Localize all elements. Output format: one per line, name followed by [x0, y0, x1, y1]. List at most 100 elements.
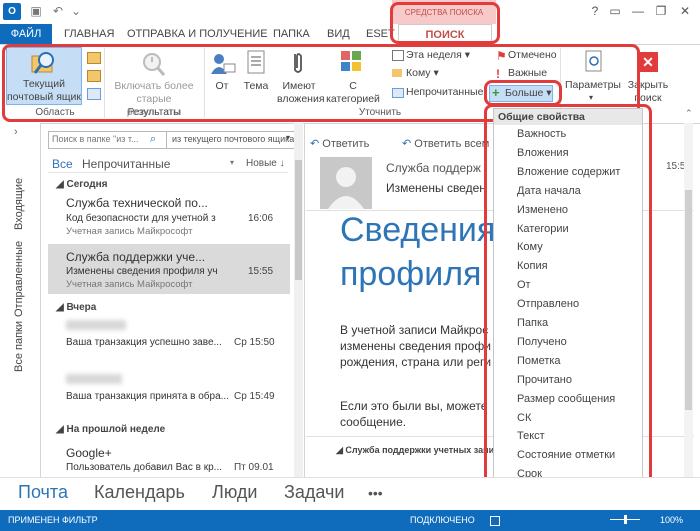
- search-input[interactable]: Поиск в папке "из т...: [52, 134, 139, 144]
- tab-eset[interactable]: ESET: [366, 24, 395, 44]
- restore-button[interactable]: ❐: [651, 3, 671, 19]
- property-item[interactable]: От: [517, 279, 531, 291]
- categorized-button[interactable]: С категорией: [322, 80, 384, 106]
- property-item[interactable]: Отправлено: [517, 298, 579, 310]
- group-header-yesterday[interactable]: ◢ Вчера: [56, 302, 96, 313]
- search-scope-dropdown[interactable]: из текущего почтового ящика: [172, 134, 294, 144]
- group-header-last-week[interactable]: ◢ На прошлой неделе: [56, 424, 165, 435]
- sort-button[interactable]: Новые ↓: [246, 158, 285, 169]
- context-group-label: СРЕДСТВА ПОИСКА: [404, 8, 484, 17]
- list-scrollbar-thumb[interactable]: [295, 160, 302, 280]
- scope-group-label: Область: [35, 107, 75, 118]
- search-icon[interactable]: ⌕: [150, 133, 156, 146]
- filter-unread[interactable]: Непрочитанные: [82, 157, 170, 171]
- nav-more-options[interactable]: •••: [368, 485, 383, 501]
- tab-folder[interactable]: ПАПКА: [273, 24, 310, 44]
- property-item[interactable]: Изменено: [517, 204, 568, 216]
- property-item[interactable]: СК: [517, 412, 531, 424]
- tab-send-receive[interactable]: ОТПРАВКА И ПОЛУЧЕНИЕ: [127, 24, 268, 44]
- flag-icon: ⚑: [496, 49, 507, 63]
- tab-view[interactable]: ВИД: [327, 24, 350, 44]
- tab-home[interactable]: ГЛАВНАЯ: [64, 24, 114, 44]
- unread-button[interactable]: Непрочитанные: [406, 84, 483, 100]
- reply-label: Ответить: [322, 138, 370, 150]
- dropdown-header: Общие свойства: [498, 111, 585, 123]
- help-button[interactable]: ?: [585, 3, 605, 19]
- magnifier-folder-icon: [31, 52, 54, 74]
- options-chevron-icon: ▾: [589, 93, 594, 102]
- paperclip-icon: [294, 53, 302, 73]
- nav-tasks[interactable]: Задачи: [284, 482, 344, 503]
- close-search-button[interactable]: Закрыть поиск: [624, 79, 672, 105]
- tab-search[interactable]: ПОИСК: [398, 24, 492, 44]
- categorize-icon: [341, 51, 361, 71]
- this-week-button[interactable]: Эта неделя ▾: [406, 47, 470, 63]
- subfolders-icon[interactable]: [87, 52, 101, 64]
- nav-people[interactable]: Люди: [212, 482, 257, 503]
- close-window-button[interactable]: ✕: [675, 3, 695, 19]
- group-header-today[interactable]: ◢ Сегодня: [56, 179, 107, 190]
- property-item[interactable]: Текст: [517, 430, 545, 442]
- property-item[interactable]: Дата начала: [517, 185, 581, 197]
- filter-all[interactable]: Все: [52, 157, 73, 171]
- nav-sent[interactable]: Отправленные: [13, 241, 25, 317]
- current-folder-icon[interactable]: [87, 70, 101, 82]
- save-icon[interactable]: ▣: [28, 3, 44, 19]
- refine-group-label: Уточнить: [358, 107, 402, 118]
- nav-all-folders[interactable]: Все папки: [13, 321, 25, 372]
- zoom-level[interactable]: 100%: [660, 510, 683, 531]
- nav-mail[interactable]: Почта: [18, 482, 68, 503]
- reply-button[interactable]: ↶ Ответить: [310, 137, 369, 150]
- item-time: Пт 09.01: [234, 462, 274, 473]
- property-item[interactable]: Вложение содержит: [517, 166, 620, 178]
- flagged-button[interactable]: Отмечено: [508, 47, 557, 63]
- reply-all-button[interactable]: ↶ Ответить всем: [402, 137, 489, 150]
- has-attachments-button[interactable]: Имеют вложения: [277, 80, 325, 106]
- tab-file[interactable]: ФАЙЛ: [0, 24, 52, 44]
- group-separator: [104, 48, 105, 118]
- options-button[interactable]: Параметры: [562, 79, 624, 92]
- blurred-sender: [66, 374, 122, 384]
- property-item[interactable]: Пометка: [517, 355, 561, 367]
- status-filter-applied: ПРИМЕНЕН ФИЛЬТР: [8, 515, 98, 525]
- property-item[interactable]: Размер сообщения: [517, 393, 615, 405]
- filter-chevron-icon[interactable]: ▾: [230, 158, 234, 167]
- item-subject: Код безопасности для учетной з: [66, 213, 216, 224]
- body-line: Если это были вы, можете: [340, 399, 488, 413]
- item-preview: Учетная запись Майкрософт: [66, 226, 193, 237]
- property-item[interactable]: Состояние отметки: [517, 449, 615, 461]
- property-item[interactable]: Важность: [517, 128, 566, 140]
- property-item[interactable]: Получено: [517, 336, 567, 348]
- nav-inbox[interactable]: Входящие: [13, 178, 25, 230]
- group-yesterday-label: Вчера: [66, 302, 97, 313]
- minimize-button[interactable]: —: [628, 3, 648, 19]
- scope-chevron-icon[interactable]: ▾: [286, 133, 290, 142]
- qat-customize-icon[interactable]: ⌄: [68, 3, 84, 19]
- zoom-slider-thumb[interactable]: [624, 515, 627, 524]
- subject-document-icon: [247, 50, 265, 74]
- next-message-preview[interactable]: ◢ Служба поддержки учетных запи: [336, 445, 494, 456]
- outlook-app-icon[interactable]: O: [3, 3, 21, 20]
- property-item[interactable]: Вложения: [517, 147, 569, 159]
- more-label: Больше ▾: [505, 87, 552, 99]
- property-item[interactable]: Прочитано: [517, 374, 572, 386]
- undo-icon[interactable]: ↶: [50, 3, 66, 19]
- property-item[interactable]: Кому: [517, 241, 543, 253]
- property-item[interactable]: Копия: [517, 260, 548, 272]
- item-time: 16:06: [248, 213, 274, 224]
- nav-calendar[interactable]: Календарь: [94, 482, 185, 503]
- importance-icon: !: [496, 67, 500, 81]
- reading-scrollbar-thumb[interactable]: [685, 190, 692, 410]
- expand-folder-pane-icon[interactable]: ›: [14, 126, 18, 138]
- ribbon-display-options-icon[interactable]: ▭: [605, 3, 625, 19]
- normal-view-icon[interactable]: [490, 516, 500, 526]
- to-button[interactable]: Кому ▾: [406, 65, 439, 81]
- property-item[interactable]: Папка: [517, 317, 548, 329]
- subject-button[interactable]: Тема: [238, 80, 274, 93]
- property-item[interactable]: Категории: [517, 223, 569, 235]
- all-mailboxes-icon[interactable]: [87, 88, 101, 100]
- collapse-ribbon-icon[interactable]: ⌃: [685, 108, 693, 119]
- status-connected: ПОДКЛЮЧЕНО: [410, 515, 475, 525]
- important-button[interactable]: Важные: [508, 65, 547, 81]
- from-button[interactable]: От: [206, 80, 238, 93]
